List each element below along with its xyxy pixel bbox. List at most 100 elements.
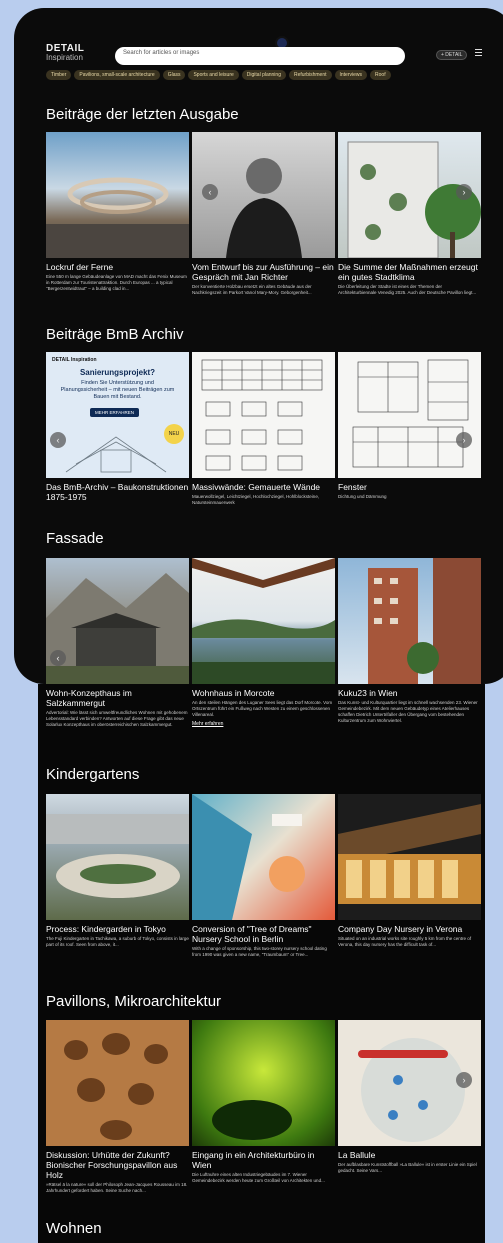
tag-bar: Timber Pavilions, small-scale architectu… (46, 70, 391, 80)
carousel-prev-icon[interactable]: ‹ (202, 184, 218, 200)
article-title: Vom Entwurf bis zur Ausführung – ein Ges… (192, 262, 334, 282)
article-card[interactable]: Kuku23 in Wien Das Kunst- und Kulturquar… (338, 558, 481, 724)
article-title: La Ballule (338, 1150, 376, 1160)
sketch-drawing (65, 436, 167, 473)
article-excerpt: With a change of sponsorship, this two-s… (192, 946, 327, 957)
article-title: Die Summe der Maßnahmen erzeugt ein gute… (338, 262, 478, 282)
section-title-pavilions: Pavillons, Mikroarchitektur (46, 993, 222, 1010)
article-excerpt: »Rätsel ä la nature« soll der Philosoph … (46, 1182, 188, 1193)
section-title-housing: Wohnen (46, 1220, 102, 1237)
article-title: Conversion of "Tree of Dreams" Nursery S… (192, 924, 312, 944)
carousel-next-icon[interactable]: › (456, 1072, 472, 1088)
article-excerpt: Der konventierte Holzbau ersetzt ein alt… (192, 284, 312, 295)
article-excerpt: Die Überleitung der Stadte ist eines der… (338, 284, 477, 295)
oval-roof-image (46, 814, 189, 898)
read-more-link[interactable]: Mehr erfahren (192, 721, 335, 727)
article-title: Process: Kindergarden in Tokyo (46, 924, 166, 934)
nursery-building-image (338, 804, 481, 904)
article-image (46, 794, 189, 920)
article-title: Wohn-Konzepthaus im Salzkammergut (46, 688, 132, 708)
article-card[interactable]: Wohnhaus in Morcote An den steilen Hänge… (192, 558, 335, 727)
article-card[interactable]: ‹ Vom Entwurf bis zur Ausführung – ein G… (192, 132, 335, 296)
tag-refurbishment[interactable]: Refurbishment (288, 70, 332, 80)
article-image: › (338, 132, 481, 258)
article-card[interactable]: Diskussion: Urhütte der Zukunft? Bionisc… (46, 1020, 189, 1194)
wall-drawing (201, 359, 323, 471)
article-image (192, 558, 335, 684)
detail-plus-button[interactable]: + DETAIL (436, 50, 468, 60)
article-title: Massivwände: Gemauerte Wände (192, 482, 321, 492)
article-card[interactable]: Company Day Nursery in Verona Situated o… (338, 794, 481, 948)
article-card[interactable]: Eingang in ein Architekturbüro in Wien D… (192, 1020, 335, 1184)
article-image (192, 352, 335, 478)
article-title: Kuku23 in Wien (338, 688, 398, 698)
article-card[interactable]: Conversion of "Tree of Dreams" Nursery S… (192, 794, 335, 958)
article-excerpt: Advertorial: Wie lässt sich umweltfreund… (46, 710, 188, 727)
tag-pavilions[interactable]: Pavilions, small-scale architecture (74, 70, 160, 80)
lake-view-image (192, 558, 335, 684)
article-card[interactable]: Massivwände: Gemauerte Wände Mauerwollzi… (192, 352, 335, 506)
article-excerpt: Der aufblasbare Kunststoffball »La Ballu… (338, 1162, 477, 1173)
window-drawing (352, 359, 469, 468)
article-excerpt: Eine 550 m lange Gebäudeanlage von MAD m… (46, 274, 187, 291)
article-image (46, 132, 189, 258)
green-entrance-image (212, 1100, 292, 1140)
article-image (338, 794, 481, 920)
colorful-interior-image (192, 794, 305, 920)
article-card[interactable]: › Fenster Dichtung und Dämmung (338, 352, 481, 500)
article-excerpt: Situated on an industrial works site rou… (338, 936, 472, 947)
article-excerpt: An den steilen Hängen des Luganer Sees l… (192, 700, 333, 717)
article-excerpt: Das Kunst- und Kulturquartier liegt im s… (338, 700, 478, 723)
article-title: Company Day Nursery in Verona (338, 924, 463, 934)
carousel-prev-icon[interactable]: ‹ (50, 432, 66, 448)
article-excerpt: Die Luftnuhre eines alten Industriegebäu… (192, 1172, 325, 1183)
logo-subtitle: Inspiration (46, 53, 83, 62)
article-image (338, 558, 481, 684)
tag-glass[interactable]: Glass (162, 70, 186, 80)
wood-pavilion-image (64, 1033, 168, 1140)
carousel-prev-icon[interactable]: ‹ (50, 650, 66, 666)
article-image: ‹ (192, 132, 335, 258)
promo-flyer: DETAIL Inspiration Sanierungsprojekt? Fi… (46, 352, 189, 478)
article-card[interactable]: › La Ballule Der aufblasbare Kunststoffb… (338, 1020, 481, 1174)
article-image (192, 794, 335, 920)
article-card[interactable]: ‹ Wohn-Konzepthaus im Salzkammergut Adve… (46, 558, 189, 728)
article-title: Lockruf der Ferne (46, 262, 114, 272)
tower-image (368, 558, 481, 684)
tag-interviews[interactable]: Interviews (334, 70, 368, 80)
article-image: › (338, 1020, 481, 1146)
article-title: Wohnhaus in Morcote (192, 688, 275, 698)
tag-sports[interactable]: Sports and leisure (188, 70, 239, 80)
article-title: Fenster (338, 482, 367, 492)
carousel-next-icon[interactable]: › (456, 184, 472, 200)
article-card[interactable]: Process: Kindergarden in Tokyo The Fuji … (46, 794, 189, 948)
sculpture-image (46, 177, 189, 258)
carousel-next-icon[interactable]: › (456, 432, 472, 448)
top-bar: DETAIL Inspiration Search for articles o… (38, 40, 485, 70)
site-logo[interactable]: DETAIL Inspiration (46, 44, 84, 62)
article-excerpt: Dichtung und Dämmung (338, 494, 387, 499)
section-title-bmb-archive: Beiträge BmB Archiv (46, 326, 184, 343)
section-title-facade: Fassade (46, 530, 104, 547)
search-placeholder: Search for articles or images (123, 50, 200, 56)
article-title: Diskussion: Urhütte der Zukunft? Bionisc… (46, 1150, 178, 1180)
article-image: › (338, 352, 481, 478)
section-title-latest-issue: Beiträge der letzten Ausgabe (46, 106, 239, 123)
house-image (46, 573, 189, 684)
hamburger-menu-icon[interactable] (475, 49, 482, 56)
tag-roof[interactable]: Roof (370, 70, 391, 80)
article-image (46, 1020, 189, 1146)
article-image: ‹ (46, 558, 189, 684)
section-title-kindergartens: Kindergartens (46, 766, 140, 783)
article-title: Eingang in ein Architekturbüro in Wien (192, 1150, 315, 1170)
article-card[interactable]: DETAIL Inspiration Sanierungsprojekt? Fi… (46, 352, 189, 502)
article-excerpt: Mauerwollziegel, Leichtziegel, Hochlochz… (192, 494, 320, 505)
article-card[interactable]: Lockruf der Ferne Eine 550 m lange Gebäu… (46, 132, 189, 292)
tag-timber[interactable]: Timber (46, 70, 72, 80)
article-image (192, 1020, 335, 1146)
article-card[interactable]: › Die Summe der Maßnahmen erzeugt ein gu… (338, 132, 481, 296)
search-input[interactable]: Search for articles or images (115, 47, 405, 65)
article-excerpt: The Fuji Kindergarten in Tachikawa, a su… (46, 936, 189, 947)
tag-digital-planning[interactable]: Digital planning (241, 70, 286, 80)
article-title: Das BmB-Archiv – Baukonstruktionen 1875-… (46, 482, 189, 502)
